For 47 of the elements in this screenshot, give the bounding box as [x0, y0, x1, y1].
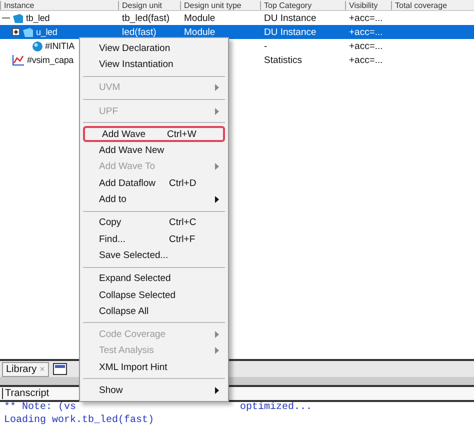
menu-item[interactable]: Add Wave New — [83, 142, 225, 159]
menu-item[interactable]: View Declaration — [83, 40, 225, 56]
transcript-line: ** Note: (vs — [4, 402, 76, 414]
instance-name: tb_led — [26, 13, 50, 23]
selected-row[interactable]: u_led led(fast) Module DU Instance +acc=... — [0, 25, 474, 39]
menu-item[interactable]: Add to — [83, 191, 225, 208]
window-icon[interactable] — [52, 363, 67, 375]
instance-name: #vsim_capa — [27, 55, 74, 65]
transcript-line: optimized... — [240, 402, 312, 415]
menu-item[interactable]: Expand Selected — [83, 270, 225, 287]
menu-item[interactable]: Copy Ctrl+C — [83, 214, 225, 231]
table-cell: DU Instance — [264, 26, 316, 38]
sphere-icon — [32, 40, 43, 52]
table-cell: Module — [184, 12, 216, 24]
menu-item[interactable]: Collapse All — [83, 303, 225, 320]
transcript-line: Loading work.tb_led(fast) — [4, 415, 154, 428]
table-cell: Statistics — [264, 54, 302, 66]
column-header[interactable]: Top Category — [260, 0, 345, 10]
menu-item[interactable]: View Instantiation — [83, 56, 225, 73]
table-cell: DU Instance — [264, 12, 316, 24]
menu-item[interactable]: Collapse Selected — [83, 286, 225, 304]
expand-icon[interactable] — [12, 28, 20, 36]
table-cell: Module — [184, 26, 216, 38]
table-cell: led(fast) — [122, 26, 156, 38]
transcript-title: Transcript — [2, 388, 50, 399]
column-header[interactable]: Design unit — [118, 0, 180, 10]
table-cell: +acc=... — [349, 54, 383, 66]
instance-name: #INITIA — [45, 41, 74, 51]
library-tab[interactable]: Library × — [2, 362, 49, 376]
menu-item[interactable]: Save Selected... — [83, 247, 225, 264]
table-cell: +acc=... — [349, 26, 383, 38]
table-cell: - — [264, 40, 268, 52]
module-icon — [22, 26, 34, 38]
column-header[interactable]: Design unit type — [180, 0, 260, 10]
menu-item[interactable]: Show — [83, 382, 225, 399]
column-header[interactable]: Total coverage — [391, 0, 466, 10]
chart-icon — [12, 54, 25, 66]
menu-item[interactable]: Find... Ctrl+F — [83, 230, 225, 248]
menu-item[interactable]: XML Import Hint — [83, 359, 225, 376]
table-cell: tb_led(fast) — [122, 12, 170, 24]
table-cell: +acc=... — [349, 12, 383, 24]
instance-name: u_led — [36, 27, 58, 37]
menu-item[interactable]: Add Wave Ctrl+W — [83, 126, 225, 142]
column-header[interactable]: Visibility — [345, 0, 391, 10]
menu-item[interactable]: Add Dataflow Ctrl+D — [83, 175, 225, 192]
table-cell: +acc=... — [349, 40, 383, 52]
column-header[interactable]: Instance — [0, 0, 118, 10]
